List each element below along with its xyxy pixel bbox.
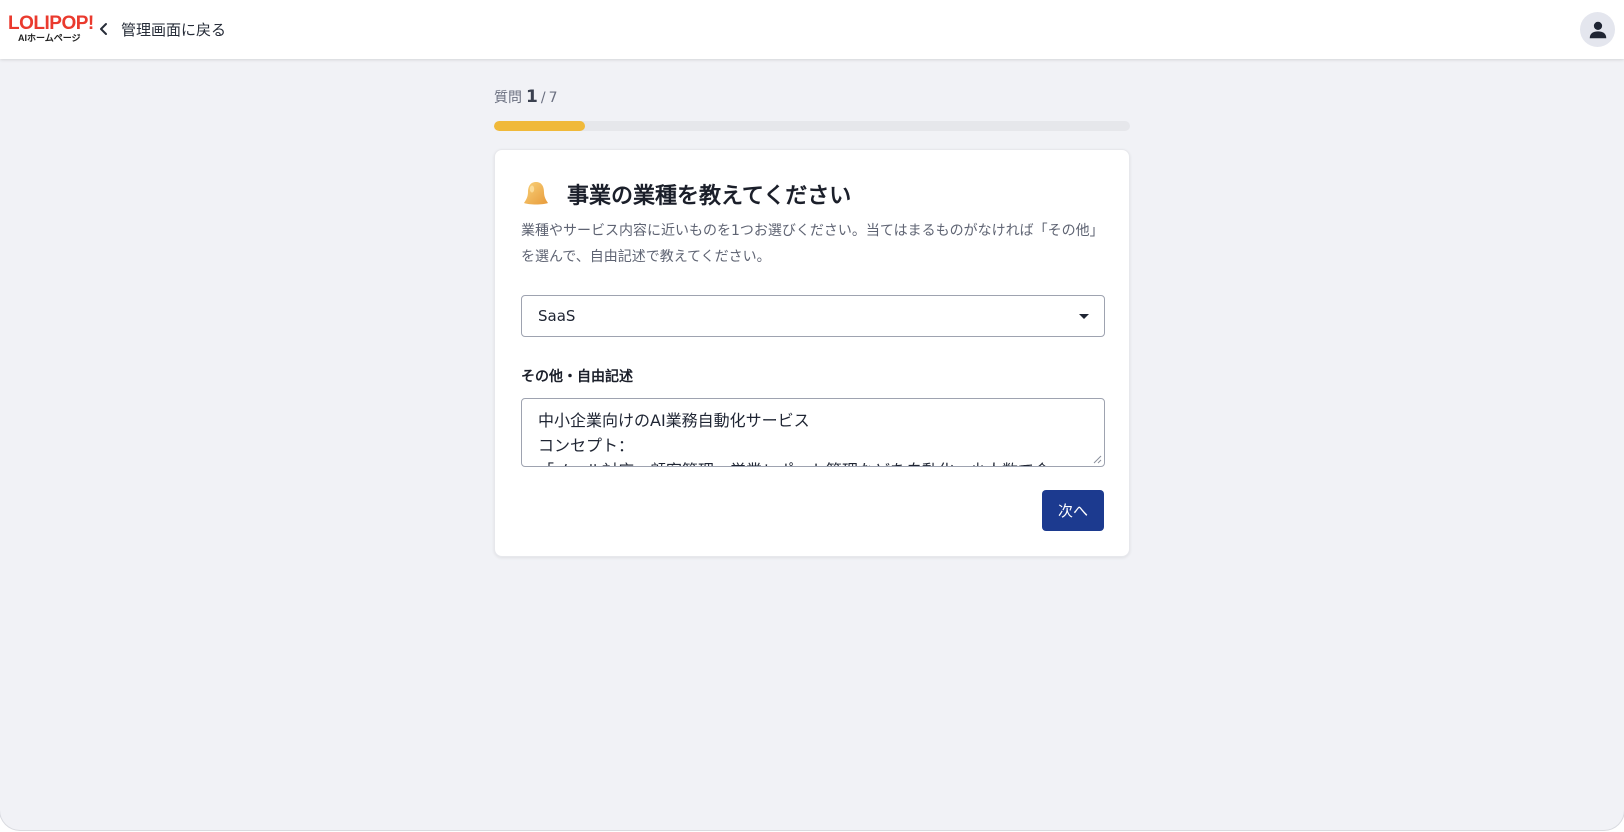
question-description: 業種やサービス内容に近いものを1つお選びください。当てはまるものがなければ「その… [521,223,1104,265]
person-icon [1589,21,1606,38]
progress-total: 7 [548,90,558,106]
progress-separator: / [540,90,546,106]
question-card: 事業の業種を教えてください 業種やサービス内容に近いものを1つお選びください。当… [494,149,1130,557]
next-button[interactable]: 次へ [1042,490,1104,531]
back-to-admin-link[interactable]: 管理画面に戻る [97,16,226,42]
textarea-line-3: 「メール対応・顧客管理・営業レポート管理などを自動化、少人数で会 [538,458,1088,466]
industry-select-value: SaaS [538,307,576,325]
free-text-label: その他・自由記述 [521,369,633,385]
chevron-left-icon [100,23,107,35]
avatar[interactable] [1580,12,1615,47]
resize-grip-icon[interactable] [1093,455,1102,464]
lolipop-logo[interactable]: LOLIPOP! AIホームページ [8,13,94,44]
progress-current: 1 [526,87,538,107]
industry-select[interactable]: SaaS [521,295,1105,337]
question-progress-label: 質問 1 / 7 [494,87,557,107]
question-header: 事業の業種を教えてください [521,178,851,210]
progress-word: 質問 [494,90,522,106]
textarea-line-1: 中小企業向けのAI業務自動化サービス [538,411,810,430]
app-frame: LOLIPOP! AIホームページ 管理画面に戻る 質問 1 / 7 事業の業種… [0,0,1624,830]
back-link-label: 管理画面に戻る [121,20,227,39]
logo-subtext: AIホームページ [18,33,81,43]
progress-bar [494,121,1130,131]
progress-bar-fill [494,121,585,131]
bell-icon [524,182,548,205]
free-text-textarea[interactable]: 中小企業向けのAI業務自動化サービス コンセプト： 「メール対応・顧客管理・営業… [521,398,1105,467]
textarea-line-2: コンセプト： [538,436,635,455]
caret-down-icon [1079,314,1089,319]
logo-text: LOLIPOP! [8,13,94,34]
top-bar: LOLIPOP! AIホームページ 管理画面に戻る [0,0,1624,59]
question-title: 事業の業種を教えてください [567,184,852,209]
